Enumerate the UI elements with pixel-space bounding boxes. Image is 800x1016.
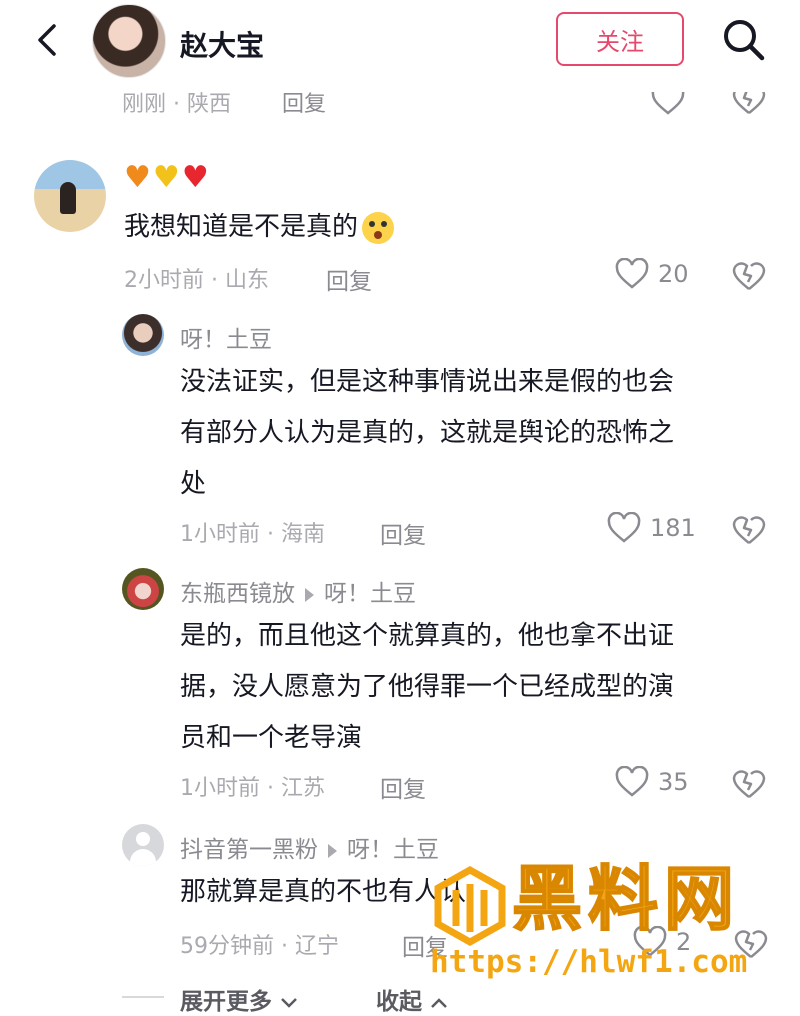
reply-to-username[interactable]: 呀！土豆	[324, 581, 416, 607]
search-icon[interactable]	[720, 16, 768, 64]
heart-icon	[615, 766, 649, 797]
commenter-avatar[interactable]	[34, 160, 106, 232]
reply-button[interactable]: 回复	[380, 770, 426, 804]
follow-button[interactable]: 关注	[556, 12, 684, 66]
comment-text: 我想知道是不是真的	[124, 202, 395, 253]
back-arrow-icon[interactable]	[30, 22, 66, 58]
reply-header: 东瓶西镜放 呀！土豆	[180, 574, 416, 608]
comment-meta: 2小时前 · 山东	[124, 268, 269, 293]
comment-meta: 59分钟前 · 辽宁	[180, 934, 339, 959]
comment-meta: 1小时前 · 海南	[180, 522, 325, 547]
commenter-username[interactable]: 东瓶西镜放	[180, 581, 295, 607]
emoji-hearts: ♥♥♥	[124, 160, 211, 195]
comment-text: 是的，而且他这个就算真的，他也拿不出证 据，没人愿意为了他得罪一个已经成型的演 …	[180, 621, 675, 753]
heart-icon	[607, 512, 641, 543]
profile-avatar[interactable]	[92, 4, 166, 78]
commenter-username[interactable]: 呀！土豆	[180, 320, 272, 354]
commenter-avatar[interactable]	[122, 314, 164, 356]
like-button[interactable]: 20	[614, 258, 689, 290]
top-bar: 赵大宝 关注	[0, 0, 800, 92]
comment-text: 那就算是真的不也有人认	[180, 877, 467, 907]
divider	[122, 996, 164, 998]
surprised-face-icon	[362, 211, 395, 244]
broken-heart-icon[interactable]	[732, 514, 766, 546]
comment-text: 没法证实，但是这种事情说出来是假的也会 有部分人认为是真的，这就是舆论的恐怖之 …	[180, 367, 675, 499]
like-count: 181	[650, 514, 696, 542]
heart-icon	[615, 258, 649, 289]
reply-button[interactable]: 回复	[380, 516, 426, 550]
orange-heart-icon: ♥	[124, 160, 153, 195]
watermark-title: 黑料网	[511, 857, 740, 941]
reply-arrow-icon	[305, 587, 314, 602]
chevron-up-icon	[431, 998, 447, 1008]
like-button[interactable]: 181	[606, 512, 696, 544]
broken-heart-icon[interactable]	[732, 768, 766, 800]
chevron-down-icon	[281, 998, 297, 1008]
reply-button[interactable]: 回复	[326, 262, 372, 296]
commenter-avatar[interactable]	[122, 568, 164, 610]
reply-arrow-icon	[328, 843, 337, 858]
reply-to-username[interactable]: 呀！土豆	[347, 837, 439, 863]
yellow-heart-icon: ♥	[152, 160, 182, 195]
like-count: 20	[658, 260, 689, 288]
red-heart-icon: ♥	[181, 160, 211, 195]
default-avatar[interactable]	[122, 824, 164, 866]
reply-header: 抖音第一黑粉 呀！土豆	[180, 830, 439, 864]
watermark-logo-icon	[434, 866, 506, 946]
broken-heart-icon[interactable]	[732, 260, 766, 292]
commenter-username[interactable]: 抖音第一黑粉	[180, 837, 318, 863]
comment-meta: 1小时前 · 江苏	[180, 776, 325, 801]
profile-username[interactable]: 赵大宝	[180, 24, 264, 64]
like-button[interactable]: 35	[614, 766, 689, 798]
watermark-url: https://hlwf1.com	[430, 944, 748, 980]
like-count: 35	[658, 768, 689, 796]
